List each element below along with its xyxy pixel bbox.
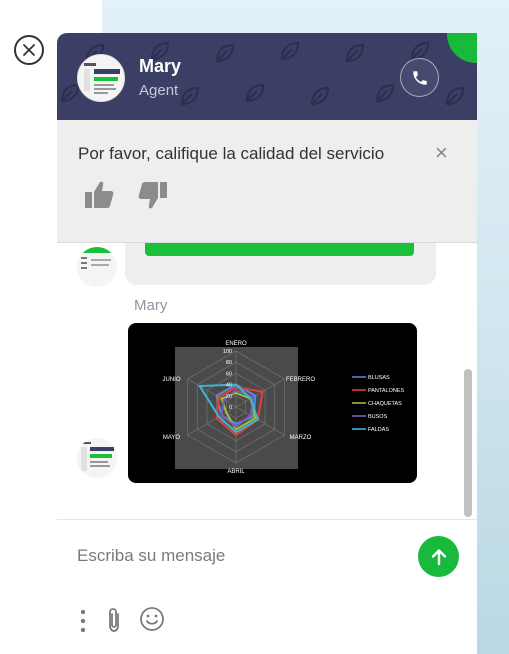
message-scrollbar[interactable] (464, 369, 472, 517)
thumbs-up-icon (85, 181, 114, 208)
radar-axis-label: MARZO (290, 435, 312, 441)
legend-label: FALDAS (368, 427, 389, 433)
radar-axis-label: ABRIL (227, 469, 245, 475)
thumbs-down-button[interactable] (137, 180, 169, 215)
radar-chart: ENERO FEBRERO MARZO ABRIL MAYO JUNIO 100 80 60 4… (163, 341, 405, 475)
previous-message-button[interactable] (145, 242, 414, 256)
message-sender-name: Mary (134, 297, 168, 314)
close-circle-icon (23, 44, 35, 56)
radar-tick-label: 40 (226, 383, 232, 389)
legend-label: CHAQUETAS (368, 401, 402, 407)
arrow-up-icon (431, 548, 446, 565)
radar-axis-label: ENERO (225, 341, 247, 347)
chat-header: Mary Agent (57, 33, 477, 120)
radar-tick-label: 80 (226, 360, 232, 366)
message-input[interactable] (77, 542, 397, 570)
legend-label: BLUSAS (368, 375, 390, 381)
chart-plot-area (175, 347, 298, 469)
radar-tick-label: 100 (223, 349, 232, 355)
agent-name: Mary (139, 56, 182, 76)
radar-axis-label: JUNIO (163, 377, 181, 383)
agent-avatar-small (77, 247, 117, 287)
rating-panel: Por favor, califique la calidad del serv… (57, 120, 477, 243)
send-button[interactable] (418, 536, 459, 577)
radar-axis-label: FEBRERO (286, 377, 315, 383)
paperclip-icon (109, 608, 119, 632)
composer (57, 519, 477, 654)
radar-tick-label: 0 (229, 405, 232, 411)
chat-window: Mary Agent Por favor, califique la calid… (57, 33, 477, 654)
emoji-button[interactable] (139, 606, 165, 637)
rating-close-button[interactable]: × (435, 142, 448, 164)
agent-role: Agent (139, 82, 179, 99)
smiley-icon (140, 607, 164, 631)
legend-label: PANTALONES (368, 388, 404, 394)
radar-tick-label: 60 (226, 371, 232, 377)
legend-label: BUSOS (368, 414, 388, 420)
rating-prompt: Por favor, califique la calidad del serv… (78, 144, 385, 163)
chart-image-message[interactable]: ENERO FEBRERO MARZO ABRIL MAYO JUNIO 100 80 60 4… (128, 323, 417, 483)
attach-button[interactable] (103, 606, 125, 639)
agent-avatar-small (77, 438, 117, 478)
phone-icon (412, 70, 427, 85)
thumbs-up-button[interactable] (83, 180, 115, 215)
radar-axis-label: MAYO (163, 435, 181, 441)
message-area: Mary ENERO FEBRERO MARZO ABRIL MAYO JUNIO 100… (57, 242, 477, 519)
close-chat-button[interactable] (14, 35, 44, 65)
call-button[interactable] (400, 58, 439, 97)
more-options-button[interactable] (77, 608, 89, 634)
more-vertical-icon (80, 609, 86, 633)
thumbs-down-icon (138, 182, 167, 209)
agent-avatar (77, 54, 125, 102)
previous-message-bubble (125, 242, 436, 285)
radar-tick-label: 20 (226, 394, 232, 400)
